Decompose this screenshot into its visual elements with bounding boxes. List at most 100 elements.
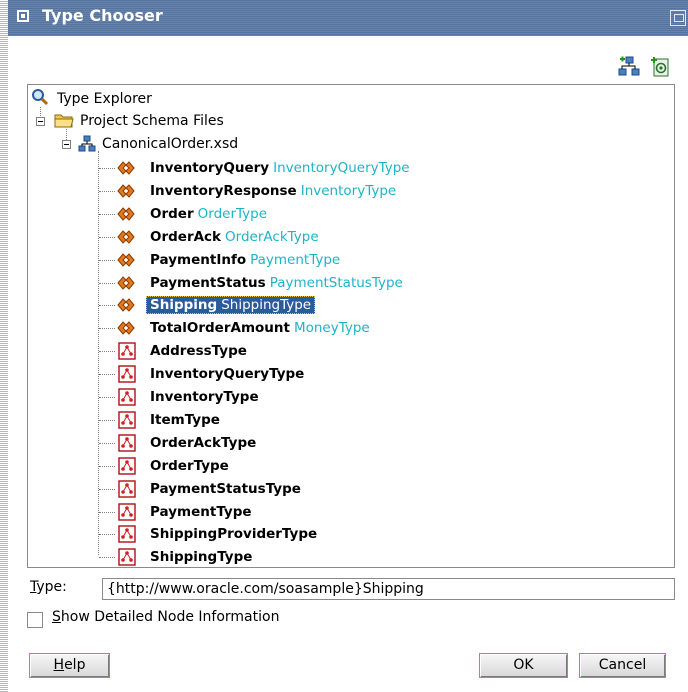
tree-line (99, 190, 115, 192)
complex-type-icon (118, 525, 136, 544)
tree-element-row[interactable]: InventoryResponse InventoryType (150, 180, 396, 202)
element-name: PaymentInfo (150, 251, 247, 268)
tree-type-row[interactable]: AddressType (150, 340, 247, 362)
tree-element-row[interactable]: PaymentStatus PaymentStatusType (150, 272, 403, 294)
type-name: OrderType (150, 457, 229, 474)
element-type: InventoryQueryType (273, 160, 410, 176)
tree-line (99, 397, 115, 398)
cancel-button[interactable]: Cancel (579, 653, 666, 678)
tree-line (99, 282, 115, 284)
tree-element-row[interactable]: OrderAck OrderAckType (150, 226, 319, 248)
type-name: InventoryQueryType (150, 366, 305, 383)
tree-line (99, 328, 115, 330)
node-label: InventoryQuery InventoryQueryType (150, 160, 410, 176)
tree-type-row[interactable]: PaymentType (150, 501, 252, 523)
complex-type-icon (118, 365, 136, 383)
type-name: PaymentType (150, 503, 252, 520)
file-label: CanonicalOrder.xsd (102, 136, 239, 152)
add-schema-icon[interactable] (618, 56, 640, 78)
tree-line (99, 488, 115, 490)
tree-line (99, 511, 115, 513)
type-field-label: Type: (30, 579, 67, 595)
element-type: PaymentType (250, 251, 341, 268)
collapse-project-icon[interactable] (36, 117, 45, 126)
import-schema-icon[interactable] (650, 56, 672, 78)
element-icon (117, 321, 135, 336)
tree-type-row[interactable]: PaymentStatusType (150, 478, 301, 500)
tree-line (99, 419, 115, 421)
element-icon (117, 229, 135, 244)
show-detailed-label: Show Detailed Node Information (52, 609, 280, 625)
node-label: Order OrderType (150, 206, 267, 222)
magnifier-icon (32, 89, 49, 106)
type-name: OrderAckType (150, 434, 257, 451)
tree-type-row[interactable]: OrderType (150, 455, 229, 477)
complex-type-icon (118, 434, 136, 452)
element-name: InventoryQuery (150, 160, 270, 176)
maximize-icon[interactable] (670, 10, 686, 26)
tree-line (99, 213, 115, 215)
element-icon (117, 298, 135, 313)
node-label: PaymentStatus PaymentStatusType (150, 275, 403, 291)
tree-type-row[interactable]: ShippingProviderType (150, 523, 317, 545)
tree-element-row[interactable]: TotalOrderAmount MoneyType (150, 317, 370, 339)
tree-type-row[interactable]: InventoryType (150, 386, 259, 408)
complex-type-icon (118, 479, 136, 498)
complex-type-icon (118, 411, 136, 429)
element-name: PaymentStatus (150, 274, 266, 291)
element-icon (117, 207, 135, 221)
tree-line (99, 442, 115, 444)
element-type: OrderAckType (225, 228, 319, 245)
tree-type-row[interactable]: OrderAckType (150, 432, 256, 454)
title-bar[interactable]: Type Chooser (8, 0, 688, 36)
collapse-file-icon[interactable] (62, 140, 71, 149)
complex-type-icon (118, 342, 136, 360)
element-type: MoneyType (293, 320, 370, 337)
node-label: TotalOrderAmount MoneyType (150, 320, 370, 336)
tree-line (99, 236, 115, 238)
tree-element-row[interactable]: Shipping ShippingType (146, 294, 316, 316)
type-name: ShippingProviderType (150, 526, 318, 543)
tree-element-row[interactable]: PaymentInfo PaymentType (150, 249, 340, 271)
tree-element-row[interactable]: InventoryQuery InventoryQueryType (150, 157, 410, 179)
tree-line (99, 351, 115, 353)
element-icon (117, 252, 135, 267)
help-button[interactable]: Help (29, 653, 110, 678)
node-label: OrderAck OrderAckType (150, 229, 319, 245)
type-explorer-tree[interactable]: Type Explorer Project Schema Files Canon… (27, 84, 675, 568)
window-title: Type Chooser (42, 6, 163, 25)
ok-button[interactable]: OK (479, 653, 568, 678)
element-icon (117, 275, 135, 290)
element-type: ShippingType (221, 297, 312, 314)
show-detailed-checkbox[interactable] (27, 612, 43, 628)
element-name: OrderAck (150, 228, 222, 245)
tree-line (99, 374, 115, 376)
window-menu-icon[interactable] (17, 10, 29, 22)
element-type: PaymentStatusType (269, 274, 403, 291)
type-name: ItemType (150, 411, 220, 428)
type-name: ShippingType (150, 549, 253, 566)
element-name: Shipping (150, 297, 218, 314)
selected-node: Shipping ShippingType (146, 296, 316, 315)
type-field-input[interactable] (102, 578, 675, 600)
tree-node-file[interactable]: CanonicalOrder.xsd (102, 133, 238, 155)
element-name: Order (150, 205, 194, 222)
tree-type-row[interactable]: ShippingType (150, 546, 253, 567)
element-type: OrderType (197, 205, 267, 222)
tree-node-project[interactable]: Project Schema Files (80, 110, 224, 132)
tree-root[interactable]: Type Explorer (57, 88, 152, 110)
complex-type-icon (118, 502, 136, 521)
tree-line (99, 305, 115, 307)
desktop-edge (0, 0, 8, 692)
type-name: InventoryType (150, 389, 259, 405)
tree-root-label: Type Explorer (57, 91, 152, 107)
tree-element-row[interactable]: Order OrderType (150, 203, 267, 225)
type-name: PaymentStatusType (150, 480, 301, 497)
node-label: InventoryResponse InventoryType (150, 183, 396, 199)
tree-type-row[interactable]: ItemType (150, 409, 220, 431)
complex-type-icon (118, 456, 136, 475)
element-name: TotalOrderAmount (150, 320, 290, 337)
tree-type-row[interactable]: InventoryQueryType (150, 363, 304, 385)
tree-line (99, 465, 115, 467)
element-type: InventoryType (300, 182, 397, 199)
